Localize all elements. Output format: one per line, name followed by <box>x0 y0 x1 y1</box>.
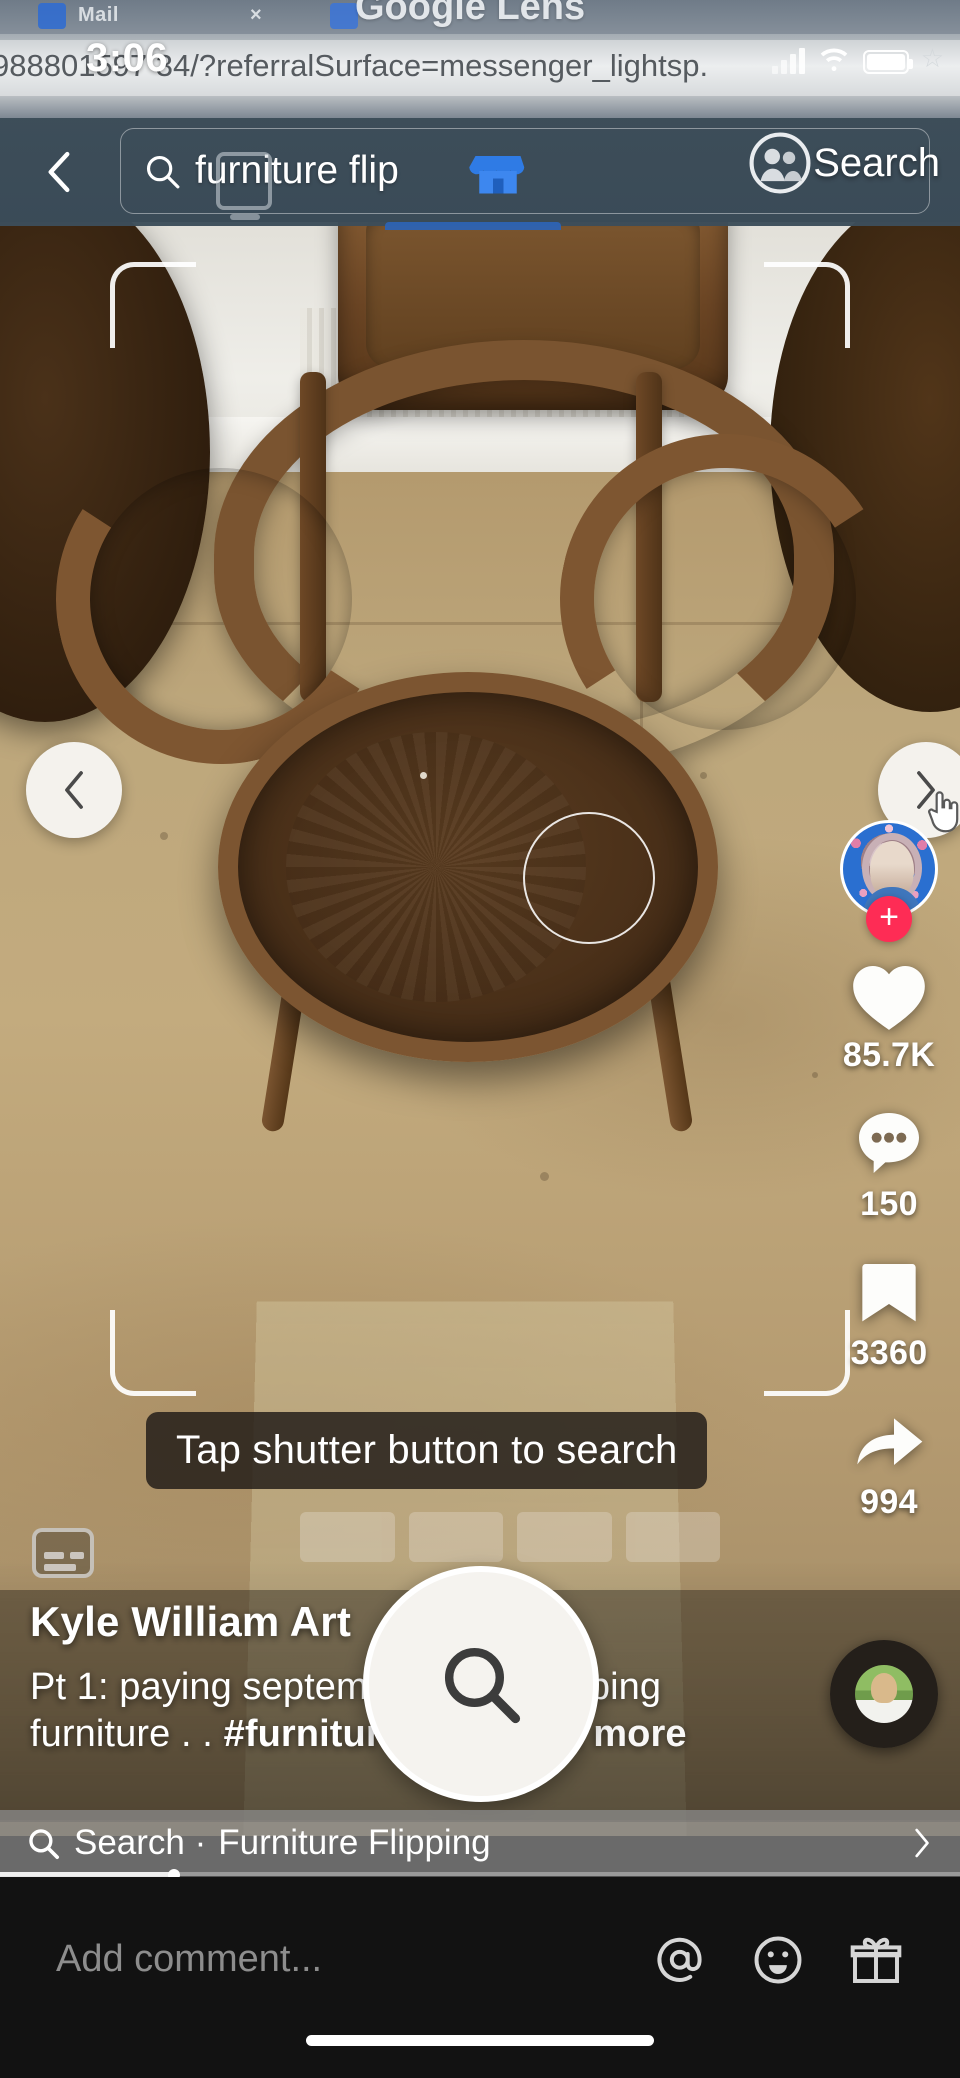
author-avatar-button[interactable]: + <box>840 820 938 942</box>
thumbnail[interactable] <box>625 1512 720 1562</box>
bookmark-count: 3360 <box>850 1334 928 1372</box>
shutter-button[interactable] <box>363 1566 599 1802</box>
chevron-left-icon <box>48 151 70 193</box>
previous-result-button[interactable] <box>26 742 122 838</box>
phone-screen: Mail × Google Lens 988801597 34/?referra… <box>0 0 960 2078</box>
share-count: 994 <box>860 1483 918 1521</box>
comment-bar: Add comment... <box>0 1877 960 2078</box>
back-button[interactable] <box>34 142 84 202</box>
emoji-icon[interactable] <box>750 1932 806 1988</box>
at-mention-icon[interactable] <box>652 1932 708 1988</box>
header-accent-bar <box>385 222 561 230</box>
comment-count: 150 <box>860 1185 918 1223</box>
search-suggestion-label: Search · <box>74 1823 207 1862</box>
status-icons: ☆ <box>771 40 944 74</box>
result-thumbnails[interactable] <box>300 1512 720 1562</box>
thumbnail[interactable] <box>300 1512 395 1562</box>
comment-icon <box>859 1113 919 1173</box>
chevron-right-icon <box>915 1828 929 1858</box>
heart-icon <box>853 966 925 1030</box>
scanner-focus-circle <box>523 812 655 944</box>
lens-people-search[interactable]: Search <box>749 132 940 194</box>
seat-highlight-dot <box>420 772 427 779</box>
comment-button[interactable]: 150 <box>824 1103 954 1224</box>
battery-icon <box>862 50 913 74</box>
search-icon <box>146 155 180 189</box>
scanner-corner-top-left <box>110 262 196 348</box>
music-disc-art <box>855 1665 913 1723</box>
like-button[interactable]: 85.7K <box>824 954 954 1075</box>
thumbnail[interactable] <box>408 1512 503 1562</box>
marketplace-icon[interactable] <box>468 140 528 202</box>
status-time: 3:06 <box>86 36 169 80</box>
caption-line-2: furniture . . <box>30 1713 224 1756</box>
search-suggestion-term: Furniture Flipping <box>218 1823 491 1862</box>
bookmark-button[interactable]: 3360 <box>824 1252 954 1373</box>
chevron-left-icon <box>65 771 83 809</box>
scanner-corner-top-right <box>764 262 850 348</box>
status-bar: 3:06 ☆ <box>0 0 960 118</box>
chair-leg <box>648 981 694 1133</box>
share-button[interactable]: 994 <box>824 1401 954 1522</box>
shutter-hint: Tap shutter button to search <box>146 1412 708 1489</box>
wifi-icon <box>820 48 848 72</box>
magnifier-icon <box>444 1647 521 1724</box>
like-count: 85.7K <box>842 1036 936 1074</box>
follow-button[interactable]: + <box>866 896 912 942</box>
screen-share-ghost-icon <box>216 152 272 220</box>
star-icon: ☆ <box>920 43 944 73</box>
scanner-corner-bottom-left <box>110 1310 196 1396</box>
home-indicator <box>306 2035 654 2046</box>
search-icon <box>29 1829 60 1860</box>
bookmark-icon <box>862 1264 916 1322</box>
people-group-icon <box>749 132 811 194</box>
action-rail: + 85.7K 150 3360 994 <box>824 820 954 1550</box>
comment-input[interactable]: Add comment... <box>56 1938 322 1981</box>
closed-captions-icon[interactable] <box>32 1528 94 1578</box>
signal-bars-icon <box>771 46 805 74</box>
lens-search-button-label: Search <box>813 140 940 185</box>
gift-icon[interactable] <box>848 1932 904 1988</box>
search-suggestion-bar[interactable]: Search · Furniture Flipping <box>0 1810 960 1876</box>
comment-bar-icons <box>652 1932 904 1988</box>
share-icon <box>857 1418 923 1465</box>
lens-header: furniture flip Search <box>0 118 960 230</box>
thumbnail[interactable] <box>517 1512 612 1562</box>
music-disc-icon[interactable] <box>830 1640 938 1748</box>
